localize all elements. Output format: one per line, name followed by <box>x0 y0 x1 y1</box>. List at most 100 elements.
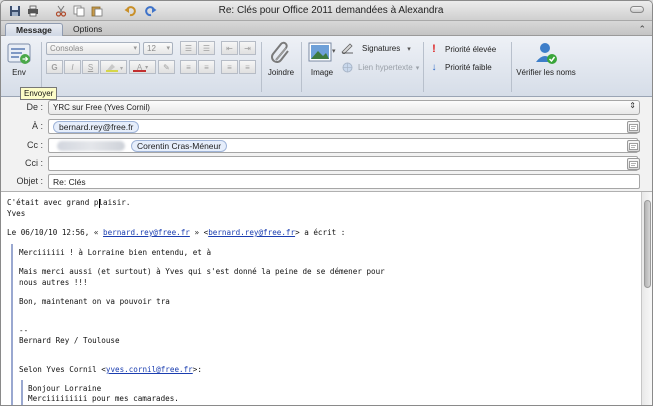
font-size-value: 12 <box>147 44 156 53</box>
bullet-list-button[interactable]: ☰ <box>180 41 197 55</box>
increase-indent-button[interactable]: ⇥ <box>239 41 256 55</box>
title-bar: Re: Clés pour Office 2011 demandées à Al… <box>1 1 652 21</box>
quote-line: Bon, maintenant on va pouvoir tra <box>19 297 170 306</box>
tab-message[interactable]: Message <box>5 23 63 36</box>
chevron-down-icon: ▾ <box>133 45 137 52</box>
message-header-fields: De : YRC sur Free (Yves Cornil) ⇕ À : be… <box>1 97 652 192</box>
font-name-select[interactable]: Consolas ▾ <box>46 42 140 55</box>
ribbon-divider <box>423 42 424 92</box>
window-title: Re: Clés pour Office 2011 demandées à Al… <box>218 5 444 16</box>
italic-button[interactable]: I <box>64 60 81 74</box>
tab-options[interactable]: Options <box>63 23 115 36</box>
image-button[interactable]: ▾ Image <box>305 40 339 77</box>
address-book-icon <box>629 160 638 168</box>
selon-line: Selon Yves Cornil <yves.cornil@free.fr>: <box>19 365 202 374</box>
scrollbar-thumb[interactable] <box>644 200 651 288</box>
compose-window: Re: Clés pour Office 2011 demandées à Al… <box>0 0 653 406</box>
font-size-select[interactable]: 12 ▾ <box>143 42 173 55</box>
paste-icon[interactable] <box>89 4 104 18</box>
attach-label: Joindre <box>267 68 295 77</box>
font-color-button[interactable]: A ▾ <box>129 60 156 74</box>
to-label: À : <box>31 121 43 131</box>
quote-bar <box>11 244 13 405</box>
send-tooltip: Envoyer <box>20 87 58 100</box>
email-link[interactable]: bernard.rey@free.fr <box>208 228 295 237</box>
toolbar-toggle-button[interactable] <box>630 6 644 13</box>
send-button[interactable]: Env <box>7 42 31 77</box>
nested-quote-line: Bonjour Lorraine <box>28 384 102 393</box>
undo-icon[interactable] <box>123 4 138 18</box>
align-left-button[interactable]: ≡ <box>180 60 197 74</box>
body-scrollbar[interactable] <box>641 192 652 405</box>
bold-button[interactable]: G <box>46 60 63 74</box>
to-field[interactable]: bernard.rey@free.fr <box>48 119 638 134</box>
address-book-button[interactable] <box>627 121 640 133</box>
attach-button[interactable]: Joindre <box>265 40 297 77</box>
email-link[interactable]: yves.cornil@free.fr <box>106 365 193 374</box>
nested-quote-bar <box>21 380 23 405</box>
send-icon <box>7 43 31 64</box>
signatures-label: Signatures <box>362 44 401 53</box>
email-link[interactable]: bernard.rey@free.fr <box>103 228 190 237</box>
chevron-down-icon: ▾ <box>166 45 170 52</box>
address-book-icon <box>629 142 638 150</box>
svg-text:▾: ▾ <box>332 48 336 55</box>
address-book-icon <box>629 123 638 131</box>
cc-label: Cc : <box>26 140 43 150</box>
subject-field[interactable]: Re: Clés <box>48 174 640 189</box>
justify-button[interactable]: ≡ <box>239 60 256 74</box>
from-label: De : <box>26 102 43 112</box>
highlight-button[interactable]: ▾ <box>100 60 127 74</box>
priority-low-button[interactable]: ↓ Priorité faible <box>429 62 492 73</box>
underline-button[interactable]: S <box>82 60 99 74</box>
collapse-ribbon-icon[interactable]: ⌃ <box>638 24 646 35</box>
from-row: De : YRC sur Free (Yves Cornil) ⇕ <box>1 99 652 116</box>
body-line: C'était avec grand plaisir. <box>7 198 131 207</box>
to-row: À : bernard.rey@free.fr <box>1 118 652 135</box>
recipient-token[interactable]: bernard.rey@free.fr <box>53 121 140 133</box>
redo-icon[interactable] <box>143 4 158 18</box>
text-caret <box>99 199 100 208</box>
check-names-button[interactable]: Vérifier les noms <box>515 40 577 77</box>
redacted-recipient-token[interactable] <box>57 141 125 151</box>
message-body[interactable]: C'était avec grand plaisir. Yves Le 06/1… <box>1 192 652 405</box>
signature-icon <box>341 43 353 54</box>
address-book-button[interactable] <box>627 158 640 170</box>
signatures-button[interactable]: Signatures ▾ <box>341 43 411 54</box>
from-select[interactable]: YRC sur Free (Yves Cornil) ⇕ <box>48 100 640 115</box>
attribution-prefix: Le 06/10/10 12:56, « <box>7 228 104 237</box>
address-book-button[interactable] <box>627 140 640 152</box>
body-line: Yves <box>7 209 26 218</box>
chevron-down-icon: ▾ <box>407 45 411 53</box>
quote-line: Bernard Rey / Toulouse <box>19 336 120 345</box>
cut-icon[interactable] <box>53 4 68 18</box>
cc-field[interactable]: Corentin Cras-Méneur <box>48 138 638 153</box>
save-icon[interactable] <box>7 4 22 18</box>
print-icon[interactable] <box>25 4 40 18</box>
subject-value: Re: Clés <box>53 177 86 187</box>
selon-prefix: Selon Yves Cornil < <box>19 365 106 374</box>
numbered-list-button[interactable]: ☰ <box>198 41 215 55</box>
align-center-button[interactable]: ≡ <box>198 60 215 74</box>
bcc-field[interactable] <box>48 156 638 171</box>
align-right-button[interactable]: ≡ <box>221 60 238 74</box>
priority-low-label: Priorité faible <box>445 63 492 72</box>
font-name-value: Consolas <box>50 44 84 53</box>
priority-high-label: Priorité élevée <box>445 44 497 54</box>
ribbon-divider <box>41 42 42 92</box>
nested-quote-line: Merciiiiiiiii pour mes camarades. <box>28 394 179 403</box>
subject-label: Objet : <box>16 176 43 186</box>
clear-format-button[interactable]: ✎ <box>158 60 175 74</box>
bcc-row: Cci : <box>1 155 652 172</box>
ribbon-divider <box>301 42 302 92</box>
decrease-indent-button[interactable]: ⇤ <box>221 41 238 55</box>
quote-line: Mais merci aussi (et surtout) à Yves qui… <box>19 267 385 276</box>
recipient-token[interactable]: Corentin Cras-Méneur <box>131 140 228 152</box>
send-label: Env <box>12 68 26 77</box>
chevron-down-icon: ▾ <box>415 64 420 72</box>
priority-high-button[interactable]: ! Priorité élevée <box>429 43 496 55</box>
globe-link-icon <box>342 62 353 73</box>
hyperlink-button[interactable]: Lien hypertexte ▾ <box>341 62 419 73</box>
highlighter-icon: ▾ <box>105 64 123 72</box>
copy-icon[interactable] <box>71 4 86 18</box>
